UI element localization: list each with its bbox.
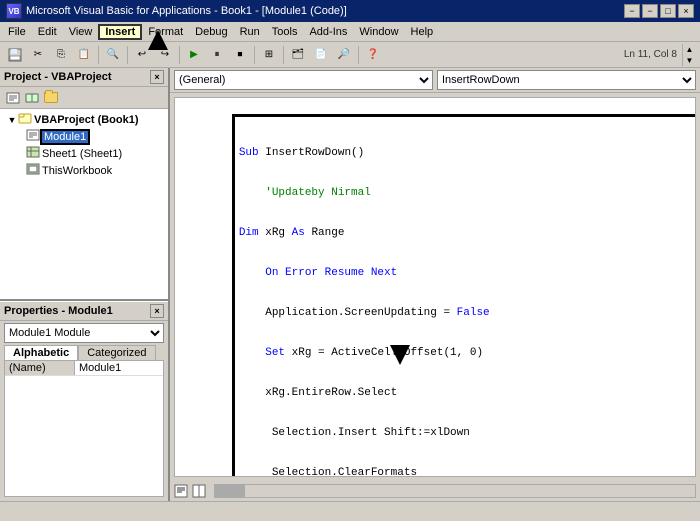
project-tree[interactable]: ▼ VBAProject (Book1) xyxy=(0,109,168,299)
toolbar-run-btn[interactable]: ▶ xyxy=(183,44,205,66)
properties-tabs: Alphabetic Categorized xyxy=(0,345,168,360)
toolbar-reset-btn[interactable]: ⏹ xyxy=(229,44,251,66)
maximize-btn[interactable]: □ xyxy=(660,4,676,18)
menu-window[interactable]: Window xyxy=(353,24,404,40)
menu-help[interactable]: Help xyxy=(405,24,440,40)
toolbar-designmode-btn[interactable]: ⊞ xyxy=(258,44,280,66)
toolbar-sep-4 xyxy=(254,46,255,64)
code-procedure-dropdown[interactable]: InsertRowDown xyxy=(437,70,696,90)
app-icon: VB xyxy=(6,3,22,19)
project-close-btn[interactable]: × xyxy=(150,70,164,84)
toolbar-find-btn[interactable]: 🔍 xyxy=(102,44,124,66)
code-line-8: Selection.Insert Shift:=xlDown xyxy=(239,425,696,441)
close-btn[interactable]: × xyxy=(678,4,694,18)
tree-vbaproject[interactable]: ▼ VBAProject (Book1) xyxy=(2,111,166,128)
code-hscrollbar[interactable] xyxy=(214,484,696,498)
restore-btn[interactable]: − xyxy=(624,4,640,18)
arrow-code-down xyxy=(390,345,410,368)
toolbar-sep-6 xyxy=(358,46,359,64)
toolbar-objectbrowser-btn[interactable]: 🔎 xyxy=(333,44,355,66)
split-view-icon[interactable] xyxy=(192,484,206,498)
menu-bar: File Edit View Insert Format Debug Run T… xyxy=(0,22,700,42)
menu-file[interactable]: File xyxy=(2,24,32,40)
properties-panel: Properties - Module1 × Module1 Module Al… xyxy=(0,301,168,501)
code-line-4: On Error Resume Next xyxy=(239,265,696,281)
code-line-1: Sub InsertRowDown() xyxy=(239,145,696,161)
menu-tools[interactable]: Tools xyxy=(266,24,304,40)
code-object-dropdown[interactable]: (General) xyxy=(174,70,433,90)
tab-alphabetic[interactable]: Alphabetic xyxy=(4,345,78,360)
left-panel: Project - VBAProject × xyxy=(0,68,170,501)
menu-debug[interactable]: Debug xyxy=(189,24,233,40)
toolbar-sep-2 xyxy=(127,46,128,64)
toolbar-cut-btn[interactable]: ✂ xyxy=(27,44,49,66)
menu-insert[interactable]: Insert xyxy=(98,24,142,40)
project-panel: Project - VBAProject × xyxy=(0,68,168,301)
code-line-9: Selection.ClearFormats xyxy=(239,465,696,477)
code-header: (General) InsertRowDown xyxy=(170,68,700,93)
properties-title: Properties - Module1 × xyxy=(0,301,168,321)
toolbar-projectexplorer-btn[interactable]: 🗂 xyxy=(287,44,309,66)
tree-module1[interactable]: Module1 xyxy=(2,128,166,145)
main-layout: Project - VBAProject × xyxy=(0,68,700,501)
menu-run[interactable]: Run xyxy=(234,24,266,40)
properties-table: (Name) Module1 xyxy=(4,360,164,497)
props-row-name: (Name) Module1 xyxy=(5,361,163,376)
toolbar-scrollbar[interactable]: ▲ ▼ xyxy=(682,44,696,66)
tree-sheet1[interactable]: Sheet1 (Sheet1) xyxy=(2,145,166,162)
code-line-5: Application.ScreenUpdating = False xyxy=(239,305,696,321)
properties-close-btn[interactable]: × xyxy=(150,304,164,318)
tree-module1-label: Module1 xyxy=(42,131,88,143)
toolbar-break-btn[interactable]: ⏸ xyxy=(206,44,228,66)
code-editor-area[interactable]: Sub InsertRowDown() 'Updateby Nirmal Dim… xyxy=(174,97,696,477)
project-title-bar: Project - VBAProject × xyxy=(0,68,168,87)
right-panel: (General) InsertRowDown Sub InsertRowDow… xyxy=(170,68,700,501)
code-footer xyxy=(170,481,700,501)
tab-categorized[interactable]: Categorized xyxy=(78,345,155,360)
code-line-2: 'Updateby Nirmal xyxy=(239,185,696,201)
toolbar-properties-btn[interactable]: 📄 xyxy=(310,44,332,66)
title-text: Microsoft Visual Basic for Applications … xyxy=(26,5,347,17)
tree-workbook-label: ThisWorkbook xyxy=(42,165,112,177)
arrow-insert-up xyxy=(148,30,168,53)
props-key-name: (Name) xyxy=(5,361,75,375)
project-view-code-btn[interactable] xyxy=(4,89,22,107)
toolbar-sep-3 xyxy=(179,46,180,64)
project-toggle-folders-btn[interactable] xyxy=(42,89,60,107)
project-toolbar xyxy=(0,87,168,109)
tree-vbaproject-label: VBAProject (Book1) xyxy=(34,114,139,126)
project-title: Project - VBAProject xyxy=(4,71,112,83)
tree-sheet1-label: Sheet1 (Sheet1) xyxy=(42,148,122,160)
properties-title-text: Properties - Module1 xyxy=(4,305,113,317)
code-line-3: Dim xRg As Range xyxy=(239,225,696,241)
toolbar-paste-btn[interactable]: 📋 xyxy=(73,44,95,66)
toolbar-sep-1 xyxy=(98,46,99,64)
code-highlight-box: Sub InsertRowDown() 'Updateby Nirmal Dim… xyxy=(232,114,696,477)
props-val-name[interactable]: Module1 xyxy=(75,361,163,375)
tree-workbook[interactable]: ThisWorkbook xyxy=(2,162,166,179)
menu-addins[interactable]: Add-Ins xyxy=(303,24,353,40)
status-bar xyxy=(0,501,700,521)
toolbar: ✂ ⎘ 📋 🔍 ↩ ↪ ▶ ⏸ ⏹ ⊞ 🗂 📄 🔎 ❓ Ln 11, Col 8… xyxy=(0,42,700,68)
minimize-btn[interactable]: − xyxy=(642,4,658,18)
code-view-icon[interactable] xyxy=(174,484,188,498)
menu-edit[interactable]: Edit xyxy=(32,24,63,40)
toolbar-line-col: Ln 11, Col 8 xyxy=(624,49,677,60)
title-bar: VB Microsoft Visual Basic for Applicatio… xyxy=(0,0,700,22)
menu-view[interactable]: View xyxy=(63,24,99,40)
code-line-7: xRg.EntireRow.Select xyxy=(239,385,696,401)
toolbar-help-btn[interactable]: ❓ xyxy=(362,44,384,66)
toolbar-copy-btn[interactable]: ⎘ xyxy=(50,44,72,66)
toolbar-save-btn[interactable] xyxy=(4,44,26,66)
properties-type-dropdown[interactable]: Module1 Module xyxy=(4,323,164,343)
expand-vbaproject[interactable]: ▼ xyxy=(6,115,18,125)
toolbar-sep-5 xyxy=(283,46,284,64)
code-line-6: Set xRg = ActiveCell.Offset(1, 0) xyxy=(239,345,696,361)
project-view-object-btn[interactable] xyxy=(23,89,41,107)
